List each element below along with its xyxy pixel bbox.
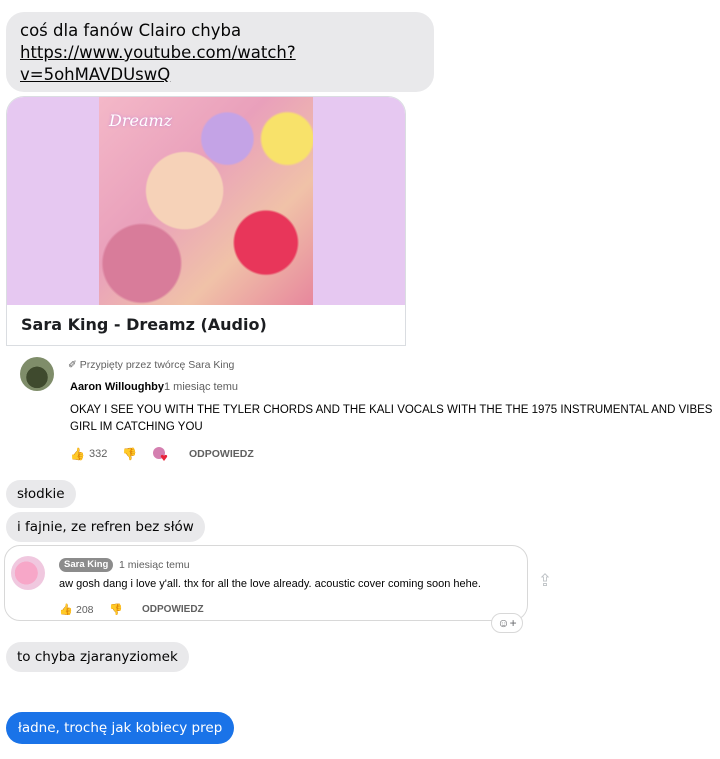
message-bubble-incoming: coś dla fanów Clairo chyba https://www.y… xyxy=(6,12,434,92)
youtube-comment-pinned: ✐ Przypięty przez twórcę Sara King Aaron… xyxy=(0,350,720,470)
link-preview-card[interactable]: Dreamz Sara King - Dreamz (Audio) xyxy=(6,96,406,346)
message-text: to chyba zjaranyziomek xyxy=(17,649,178,665)
message-text: i fajnie, ze refren bez słów xyxy=(17,519,194,535)
like-count: 208 xyxy=(76,604,94,616)
share-icon[interactable]: ⇪ xyxy=(536,571,554,591)
message-text: słodkie xyxy=(17,486,65,502)
avatar[interactable] xyxy=(11,556,45,590)
message-text: ładne, trochę jak kobiecy prep xyxy=(18,720,223,736)
video-thumbnail[interactable]: Dreamz xyxy=(7,97,405,305)
pin-icon: ✐ xyxy=(68,359,77,371)
message-bubble-incoming: słodkie xyxy=(6,480,76,508)
comment-author-badge[interactable]: Sara King xyxy=(59,558,114,572)
emoji-react-icon[interactable]: ☺+ xyxy=(491,613,523,633)
youtube-link[interactable]: https://www.youtube.com/watch?v=5ohMAVDU… xyxy=(20,42,420,86)
message-bubble-outgoing: ładne, trochę jak kobiecy prep xyxy=(6,712,235,744)
comment-time[interactable]: 1 miesiąc temu xyxy=(164,381,238,393)
thumbs-down-icon[interactable]: 👎 xyxy=(109,603,123,616)
comment-author[interactable]: Aaron Willoughby xyxy=(70,381,164,393)
reply-button[interactable]: ODPOWIEDZ xyxy=(142,604,204,615)
message-text: coś dla fanów Clairo chyba xyxy=(20,21,242,40)
youtube-comment-card: Sara King 1 miesiąc temu aw gosh dang i … xyxy=(4,545,528,621)
thumbs-up-icon[interactable]: 👍 xyxy=(59,603,73,616)
like-count: 332 xyxy=(89,448,108,460)
creator-heart-icon xyxy=(153,447,168,461)
reply-button[interactable]: ODPOWIEDZ xyxy=(189,448,254,460)
comment-text: OKAY I SEE YOU WITH THE TYLER CHORDS AND… xyxy=(70,404,713,433)
comment-time[interactable]: 1 miesiąc temu xyxy=(119,559,190,571)
comment-text: aw gosh dang i love y'all. thx for all t… xyxy=(59,578,481,590)
pinned-label: ✐ Przypięty przez twórcę Sara King xyxy=(68,359,234,371)
pinned-text: Przypięty przez twórcę Sara King xyxy=(79,359,235,371)
album-art-image: Dreamz xyxy=(99,97,313,305)
message-bubble-incoming: to chyba zjaranyziomek xyxy=(6,642,189,672)
thumbnail-logo-text: Dreamz xyxy=(109,111,173,130)
message-bubble-incoming: i fajnie, ze refren bez słów xyxy=(6,512,205,542)
avatar[interactable] xyxy=(20,357,54,391)
thumbs-up-icon[interactable]: 👍 xyxy=(70,447,85,461)
thumbs-down-icon[interactable]: 👎 xyxy=(122,447,137,461)
video-title[interactable]: Sara King - Dreamz (Audio) xyxy=(21,315,267,334)
